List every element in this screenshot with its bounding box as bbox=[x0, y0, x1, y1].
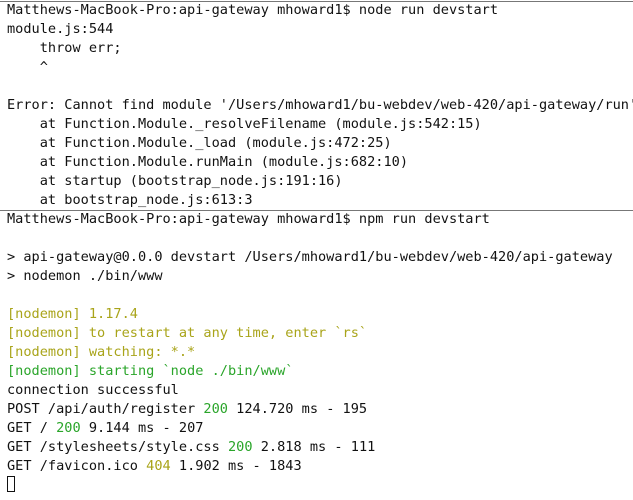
terminal-line: Error: Cannot find module '/Users/mhowar… bbox=[0, 96, 633, 115]
terminal-window[interactable]: Matthews-MacBook-Pro:api-gateway mhoward… bbox=[0, 0, 633, 500]
colored-output-text: 200 bbox=[203, 401, 228, 417]
colored-output-text: [nodemon] 1.17.4 bbox=[7, 306, 138, 322]
terminal-line: throw err; bbox=[0, 39, 633, 58]
terminal-line: Matthews-MacBook-Pro:api-gateway mhoward… bbox=[0, 210, 633, 229]
colored-output-text: 200 bbox=[56, 420, 81, 436]
terminal-line: module.js:544 bbox=[0, 20, 633, 39]
colored-output-text: 200 bbox=[227, 439, 253, 455]
output-text: > api-gateway@0.0.0 devstart /Users/mhow… bbox=[7, 249, 613, 265]
terminal-line: POST /api/auth/register 200 124.720 ms -… bbox=[0, 400, 633, 419]
output-text: Matthews-MacBook-Pro:api-gateway mhoward… bbox=[7, 211, 490, 227]
output-text: at startup (bootstrap_node.js:191:16) bbox=[7, 173, 343, 189]
terminal-line: [nodemon] to restart at any time, enter … bbox=[0, 324, 633, 343]
terminal-line: [nodemon] watching: *.* bbox=[0, 343, 633, 362]
output-text: 1.902 ms - 1843 bbox=[170, 458, 302, 474]
prompt-line bbox=[0, 476, 633, 495]
text-cursor[interactable] bbox=[7, 476, 15, 492]
output-text: ^ bbox=[7, 59, 48, 75]
output-text: at Function.Module._resolveFilename (mod… bbox=[7, 116, 482, 132]
command-separator bbox=[0, 210, 633, 211]
terminal-line: > nodemon ./bin/www bbox=[0, 267, 633, 286]
terminal-line: ^ bbox=[0, 58, 633, 77]
output-text: Error: Cannot find module '/Users/mhowar… bbox=[7, 97, 633, 113]
command-separator bbox=[0, 1, 633, 2]
output-text: at bootstrap_node.js:613:3 bbox=[7, 192, 253, 208]
terminal-line: GET / 200 9.144 ms - 207 bbox=[0, 419, 633, 438]
colored-output-text: [nodemon] watching: *.* bbox=[7, 344, 196, 360]
terminal-line: connection successful bbox=[0, 381, 633, 400]
output-text: POST /api/auth/register bbox=[7, 401, 204, 417]
terminal-line: at Function.Module._load (module.js:472:… bbox=[0, 134, 633, 153]
colored-output-text: [nodemon] starting `node ./bin/www` bbox=[7, 363, 294, 379]
output-text: throw err; bbox=[7, 40, 122, 56]
output-text: > nodemon ./bin/www bbox=[7, 268, 163, 284]
output-text: GET / bbox=[7, 420, 57, 436]
terminal-line: at Function.Module.runMain (module.js:68… bbox=[0, 153, 633, 172]
colored-output-text: [nodemon] to restart at any time, enter … bbox=[7, 325, 368, 341]
terminal-line: GET /stylesheets/style.css 200 2.818 ms … bbox=[0, 438, 633, 457]
output-text: module.js:544 bbox=[7, 21, 114, 37]
output-text: 9.144 ms - 207 bbox=[80, 420, 204, 436]
terminal-line: at startup (bootstrap_node.js:191:16) bbox=[0, 172, 633, 191]
output-text: 2.818 ms - 111 bbox=[252, 439, 376, 455]
terminal-line: Matthews-MacBook-Pro:api-gateway mhoward… bbox=[0, 1, 633, 20]
output-text: GET /favicon.ico bbox=[7, 458, 147, 474]
output-text: connection successful bbox=[7, 382, 179, 398]
output-text: at Function.Module.runMain (module.js:68… bbox=[7, 154, 409, 170]
terminal-line: [nodemon] starting `node ./bin/www` bbox=[0, 362, 633, 381]
output-text: at Function.Module._load (module.js:472:… bbox=[7, 135, 392, 151]
terminal-line: at Function.Module._resolveFilename (mod… bbox=[0, 115, 633, 134]
colored-output-text: 404 bbox=[146, 458, 171, 474]
output-text: Matthews-MacBook-Pro:api-gateway mhoward… bbox=[7, 2, 499, 18]
terminal-line: > api-gateway@0.0.0 devstart /Users/mhow… bbox=[0, 248, 633, 267]
terminal-line: at bootstrap_node.js:613:3 bbox=[0, 191, 633, 210]
terminal-line: GET /favicon.ico 404 1.902 ms - 1843 bbox=[0, 457, 633, 476]
terminal-line: [nodemon] 1.17.4 bbox=[0, 305, 633, 324]
output-text: 124.720 ms - 195 bbox=[227, 401, 368, 417]
output-text: GET /stylesheets/style.css bbox=[7, 439, 228, 455]
